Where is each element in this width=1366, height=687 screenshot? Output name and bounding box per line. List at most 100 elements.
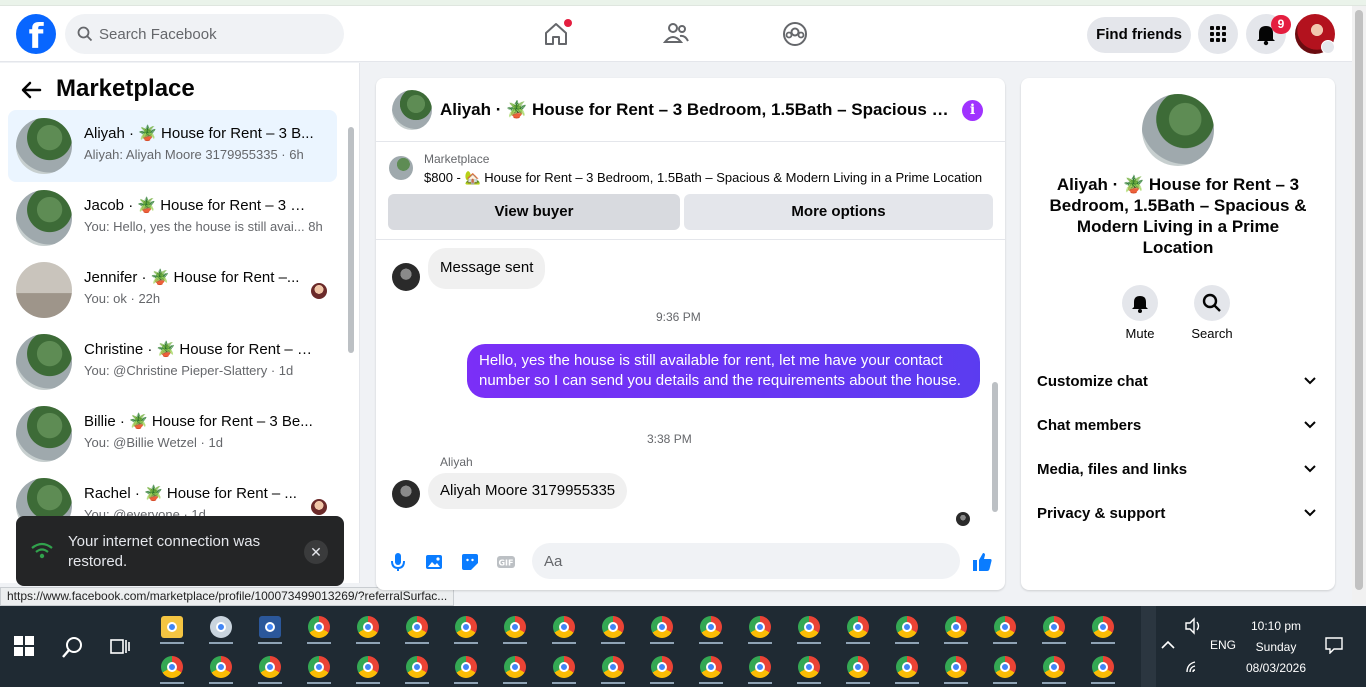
taskbar-app-button[interactable]: [742, 610, 778, 644]
chat-members-row[interactable]: Chat members: [1021, 404, 1335, 448]
notification-center-icon[interactable]: [1324, 636, 1344, 654]
view-buyer-button[interactable]: View buyer: [388, 194, 680, 230]
taskbar-app-button[interactable]: [203, 610, 239, 644]
taskbar-app-button[interactable]: [497, 650, 533, 684]
taskbar-app-button[interactable]: [840, 610, 876, 644]
system-clock[interactable]: 10:10 pm Sunday 08/03/2026: [1240, 616, 1312, 679]
outgoing-message[interactable]: Hello, yes the house is still available …: [467, 344, 980, 398]
taskbar-app-button[interactable]: [791, 650, 827, 684]
volume-icon[interactable]: [1183, 616, 1203, 636]
incoming-message[interactable]: Message sent: [428, 248, 546, 289]
details-avatar[interactable]: [1142, 94, 1214, 166]
active-indicator: [993, 682, 1017, 684]
conversation-item[interactable]: Jennifer · 🪴 House for Rent –... You: ok…: [8, 254, 337, 326]
search-input[interactable]: [99, 14, 339, 54]
taskbar-app-button[interactable]: [252, 610, 288, 644]
close-icon[interactable]: ✕: [304, 540, 328, 564]
taskbar-app-button[interactable]: [448, 650, 484, 684]
conversation-item[interactable]: Christine · 🪴 House for Rent – 3... You:…: [8, 326, 337, 398]
message-input-box[interactable]: [532, 543, 960, 579]
taskbar-app-button[interactable]: [840, 650, 876, 684]
find-friends-button[interactable]: Find friends: [1087, 17, 1191, 53]
taskbar-app-button[interactable]: [693, 610, 729, 644]
scrollbar-thumb[interactable]: [1355, 10, 1363, 590]
chat-scrollbar[interactable]: [990, 244, 1000, 522]
taskbar-app-button[interactable]: [644, 610, 680, 644]
incoming-message[interactable]: Aliyah Moore 3179955335: [428, 473, 628, 509]
task-view-icon[interactable]: [108, 636, 132, 658]
gif-icon[interactable]: GIF: [494, 550, 518, 574]
windows-start-icon[interactable]: [14, 636, 34, 656]
privacy-support-row[interactable]: Privacy & support: [1021, 492, 1335, 536]
taskbar-app-button[interactable]: [1036, 610, 1072, 644]
info-icon[interactable]: i: [962, 100, 983, 121]
taskbar-app-button[interactable]: [301, 610, 337, 644]
taskbar-app-button[interactable]: [350, 650, 386, 684]
browser-icon: [504, 656, 526, 678]
taskbar-app-button[interactable]: [399, 610, 435, 644]
listing-card: Marketplace $800 - 🏡 House for Rent – 3 …: [376, 142, 1005, 240]
chat-avatar[interactable]: [392, 90, 432, 130]
taskbar-app-button[interactable]: [889, 650, 925, 684]
search-icon[interactable]: [60, 634, 86, 660]
message-input[interactable]: [544, 543, 914, 579]
top-navigation-bar: f Find friends 9: [0, 6, 1352, 62]
chevron-up-icon[interactable]: [1160, 640, 1176, 650]
taskbar-app-button[interactable]: [350, 610, 386, 644]
taskbar-app-button[interactable]: [987, 610, 1023, 644]
page-scrollbar[interactable]: [1352, 6, 1366, 604]
taskbar-app-button[interactable]: [301, 650, 337, 684]
search-in-chat-button[interactable]: [1194, 285, 1230, 321]
taskbar-app-button[interactable]: [252, 650, 288, 684]
listing-title[interactable]: $800 - 🏡 House for Rent – 3 Bedroom, 1.5…: [424, 170, 982, 186]
microphone-icon[interactable]: [386, 550, 410, 574]
sticker-icon[interactable]: [458, 550, 482, 574]
taskbar-app-button[interactable]: [154, 650, 190, 684]
taskbar-app-button[interactable]: [546, 650, 582, 684]
taskbar-app-button[interactable]: [1085, 650, 1121, 684]
sidebar-scrollbar[interactable]: [346, 113, 356, 583]
taskbar-app-button[interactable]: [889, 610, 925, 644]
taskbar-app-button[interactable]: [448, 610, 484, 644]
taskbar-app-button[interactable]: [938, 650, 974, 684]
taskbar-app-button[interactable]: [742, 650, 778, 684]
taskbar-scroll[interactable]: [1141, 606, 1156, 687]
taskbar-app-button[interactable]: [791, 610, 827, 644]
taskbar-app-button[interactable]: [644, 650, 680, 684]
mute-button[interactable]: [1122, 285, 1158, 321]
taskbar-app-button[interactable]: [546, 610, 582, 644]
browser-icon: [651, 656, 673, 678]
conversation-item[interactable]: Billie · 🪴 House for Rent – 3 Be... You:…: [8, 398, 337, 470]
taskbar-app-button[interactable]: [497, 610, 533, 644]
facebook-logo[interactable]: f: [16, 14, 56, 54]
groups-icon[interactable]: [777, 16, 813, 52]
taskbar-app-button[interactable]: [987, 650, 1023, 684]
search-box[interactable]: [65, 14, 344, 54]
taskbar-app-button[interactable]: [399, 650, 435, 684]
taskbar-app-button[interactable]: [154, 610, 190, 644]
taskbar-app-button[interactable]: [595, 650, 631, 684]
chevron-down-icon[interactable]: [1321, 40, 1335, 54]
customize-chat-row[interactable]: Customize chat: [1021, 360, 1335, 404]
menu-grid-button[interactable]: [1198, 14, 1238, 54]
chat-title[interactable]: Aliyah · 🪴 House for Rent – 3 Bedroom, 1…: [440, 100, 950, 120]
network-icon[interactable]: [1185, 660, 1201, 674]
scrollbar-thumb[interactable]: [992, 382, 998, 512]
media-files-links-row[interactable]: Media, files and links: [1021, 448, 1335, 492]
taskbar-app-button[interactable]: [1036, 650, 1072, 684]
like-icon[interactable]: [970, 550, 994, 574]
scrollbar-thumb[interactable]: [348, 127, 354, 353]
taskbar-app-button[interactable]: [938, 610, 974, 644]
language-indicator[interactable]: ENG: [1210, 638, 1236, 652]
browser-icon: [847, 616, 869, 638]
taskbar-app-button[interactable]: [693, 650, 729, 684]
taskbar-app-button[interactable]: [203, 650, 239, 684]
photo-icon[interactable]: [422, 550, 446, 574]
conversation-item[interactable]: Jacob · 🪴 House for Rent – 3 Be... You: …: [8, 182, 337, 254]
taskbar-app-button[interactable]: [595, 610, 631, 644]
back-arrow-icon[interactable]: [20, 79, 42, 101]
friends-icon[interactable]: [658, 16, 694, 52]
conversation-item[interactable]: Aliyah · 🪴 House for Rent – 3 B... Aliya…: [8, 110, 337, 182]
more-options-button[interactable]: More options: [684, 194, 993, 230]
taskbar-app-button[interactable]: [1085, 610, 1121, 644]
